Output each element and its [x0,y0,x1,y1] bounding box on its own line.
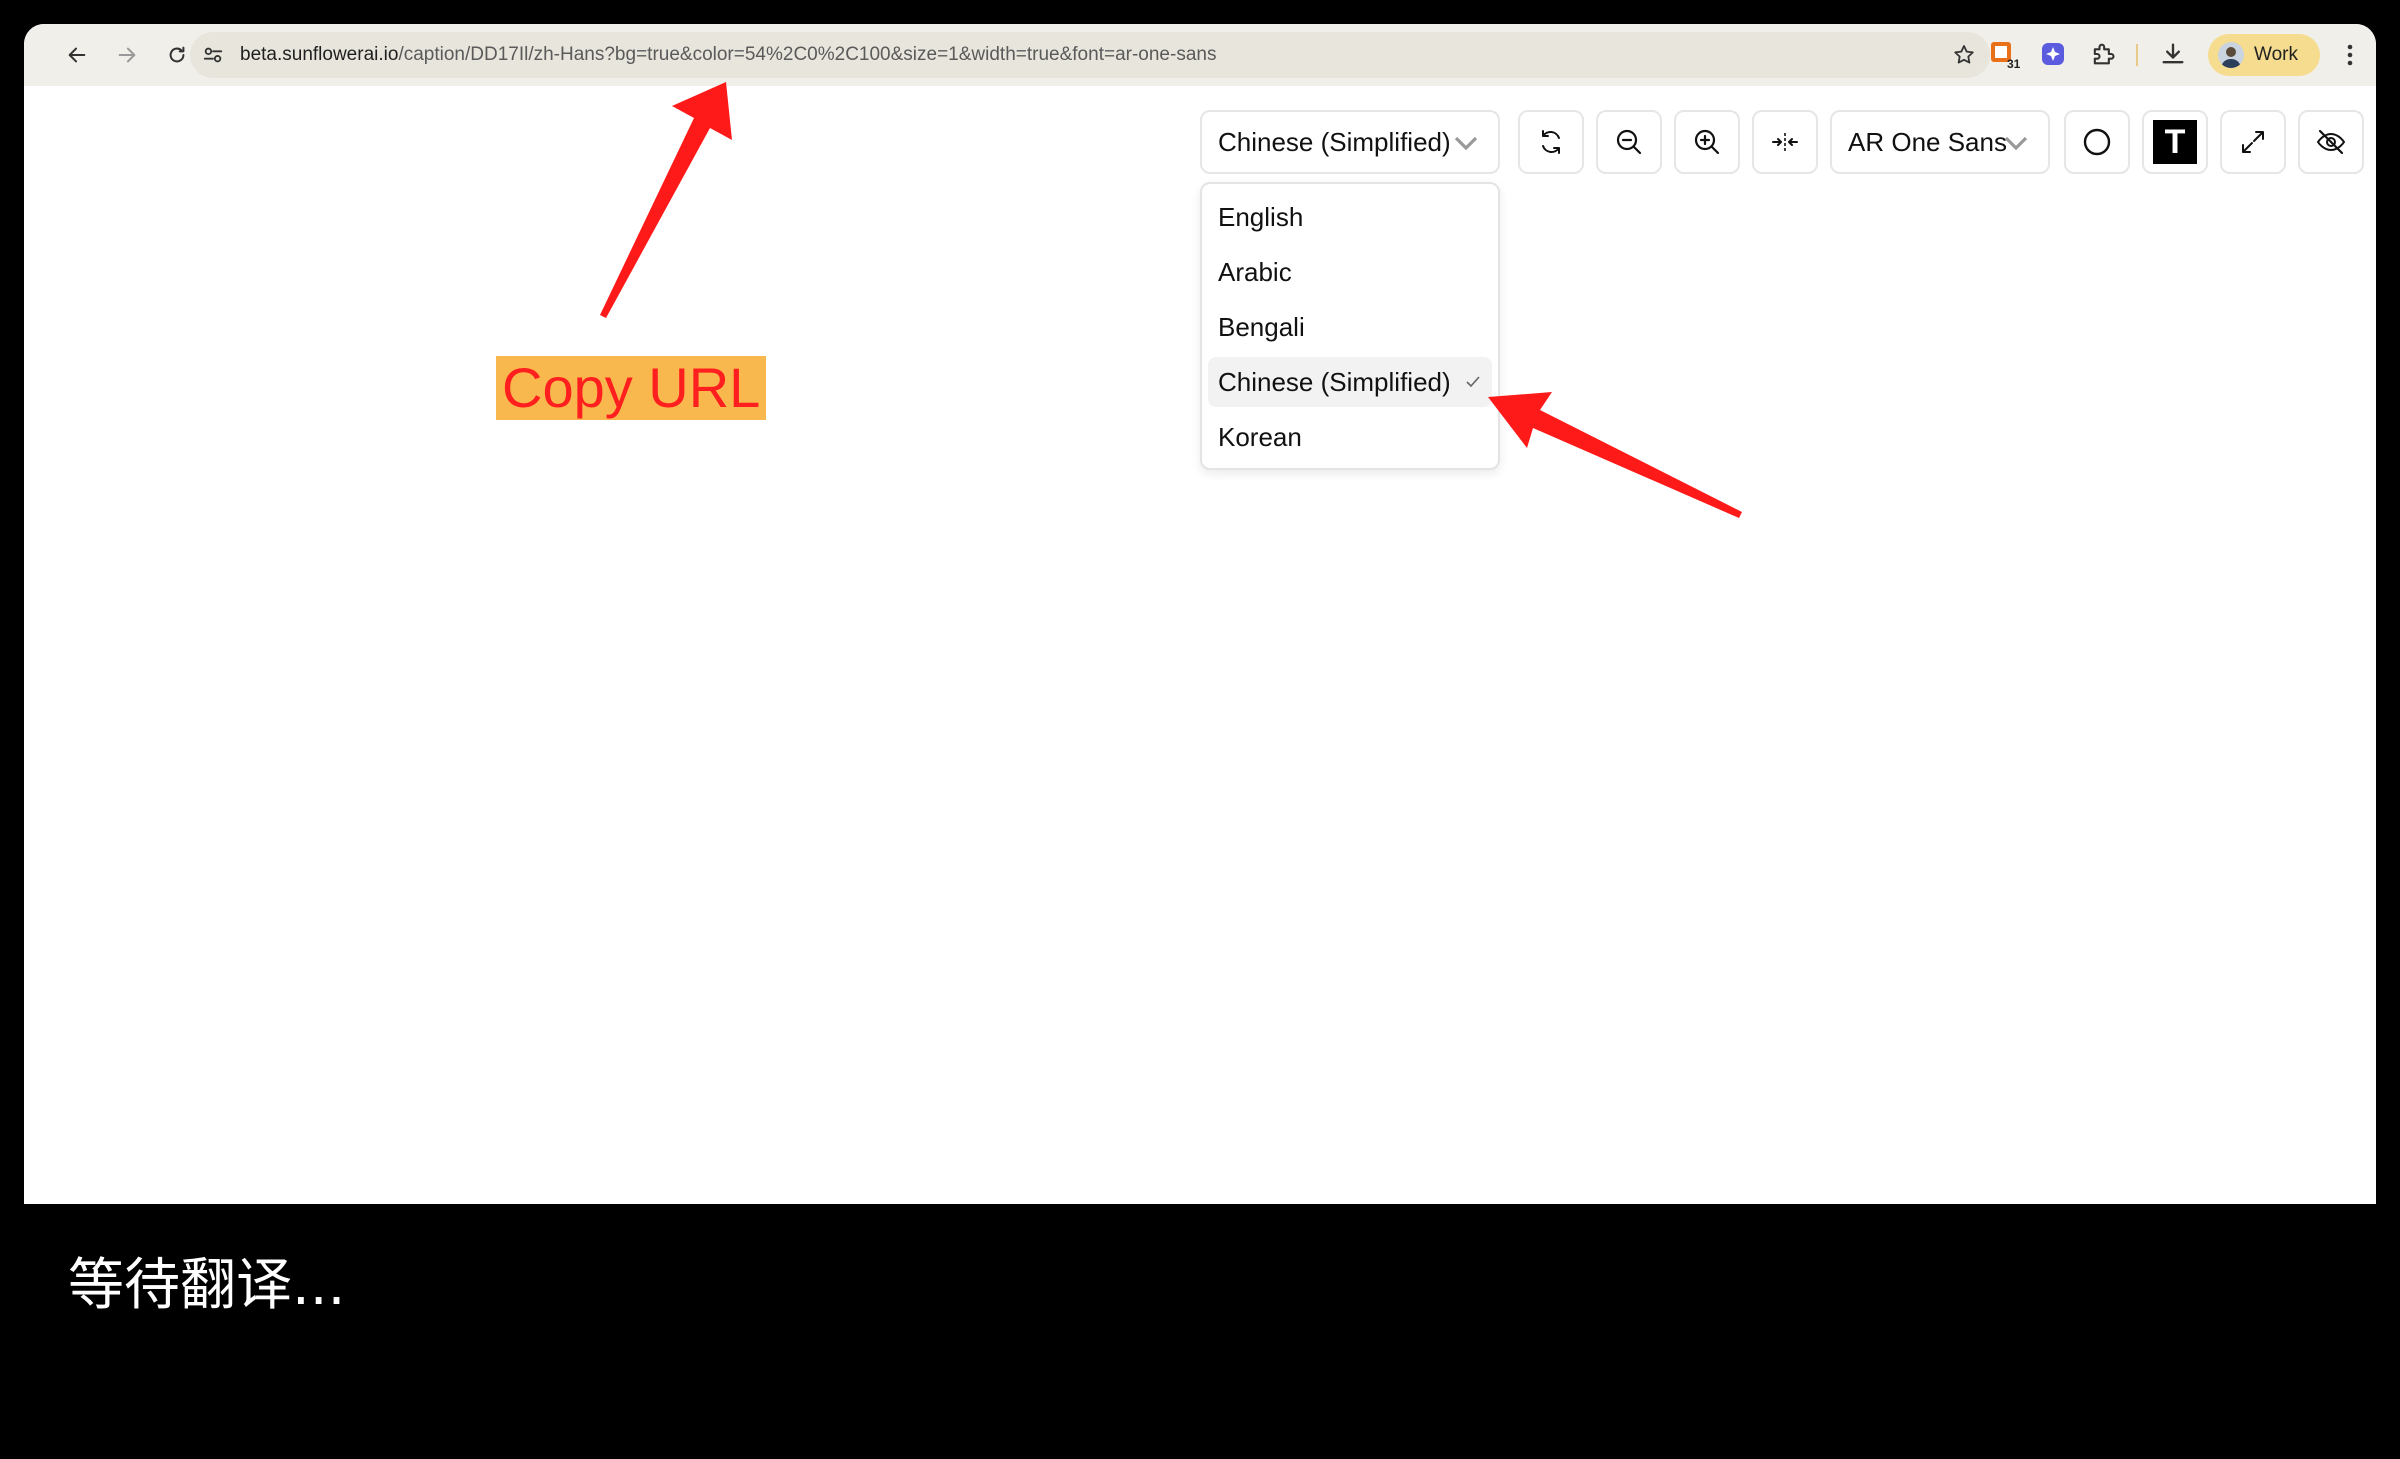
arrow-right-icon [118,47,136,63]
site-settings-icon[interactable] [202,44,224,66]
page-content: Chinese (Simplified) AR One Sans T Engli… [24,86,2376,1204]
hide-controls-button[interactable] [2298,110,2364,174]
language-option-arabic[interactable]: Arabic [1208,247,1492,297]
zoom-out-button[interactable] [1596,110,1662,174]
option-label: English [1218,202,1304,232]
zoom-in-button[interactable] [1674,110,1740,174]
refresh-button[interactable] [1518,110,1584,174]
fullscreen-button[interactable] [2220,110,2286,174]
option-label: Korean [1218,422,1302,452]
language-option-korean[interactable]: Korean [1208,412,1492,462]
back-button[interactable] [60,38,94,72]
zoom-in-icon [1694,129,1720,155]
eye-off-icon [2316,129,2346,155]
reload-button[interactable] [160,38,194,72]
zoom-out-icon [1616,129,1642,155]
circle-icon [2083,128,2111,156]
option-label: Chinese (Simplified) [1218,367,1451,397]
font-select[interactable]: AR One Sans [1830,110,2050,174]
option-label: Arabic [1218,257,1292,287]
download-icon [2162,43,2184,64]
check-icon [1466,376,1480,388]
expand-icon [2242,131,2264,153]
ai-extension-button[interactable] [2036,37,2070,71]
refresh-icon [1542,130,1560,154]
reload-icon [169,46,185,63]
more-menu-icon[interactable] [2340,38,2360,72]
caption-text: 等待翻译... [68,1253,346,1318]
puzzle-icon [2093,43,2115,65]
address-bar[interactable]: beta.sunflowerai.io/caption/DD17Il/zh-Ha… [190,32,1990,78]
calendar-extension-icon: 31 [1991,42,2020,71]
url-text[interactable]: beta.sunflowerai.io/caption/DD17Il/zh-Ha… [240,32,1216,78]
language-dropdown: English Arabic Bengali Chinese (Simplifi… [1200,182,1500,470]
profile-button[interactable]: Work [2208,34,2320,76]
option-label: Bengali [1218,312,1305,342]
bookmark-star-icon[interactable] [1952,43,1976,67]
font-select-value: AR One Sans [1848,126,2007,157]
forward-button[interactable] [110,38,144,72]
toolbar-divider [2136,44,2138,66]
url-host: beta.sunflowerai.io [240,44,399,65]
chevron-down-icon [2004,136,2028,151]
color-button[interactable] [2064,110,2130,174]
arrow-left-icon [68,47,86,63]
collapse-horizontal-icon [1772,133,1798,151]
downloads-button[interactable] [2156,37,2190,71]
browser-window: beta.sunflowerai.io/caption/DD17Il/zh-Ha… [24,24,2376,1204]
chevron-down-icon [1454,136,1478,151]
language-option-bengali[interactable]: Bengali [1208,302,1492,352]
language-option-chinese-simplified[interactable]: Chinese (Simplified) [1208,357,1492,407]
sparkle-extension-icon [2042,43,2064,65]
text-style-label: T [2153,120,2197,164]
caption-bar: 等待翻译... [24,1204,2376,1414]
text-style-button[interactable]: T [2142,110,2208,174]
url-path: /caption/DD17Il/zh-Hans?bg=true&color=54… [398,44,1217,65]
browser-toolbar: beta.sunflowerai.io/caption/DD17Il/zh-Ha… [24,24,2376,87]
calendar-extension-button[interactable]: 31 [1986,37,2020,71]
extension-badge: 31 [2007,57,2020,71]
profile-label: Work [2254,44,2298,65]
avatar [2218,42,2244,68]
narrow-width-button[interactable] [1752,110,1818,174]
copy-url-annotation: Copy URL [496,356,767,420]
language-select[interactable]: Chinese (Simplified) [1200,110,1500,174]
language-option-english[interactable]: English [1208,192,1492,242]
language-select-value: Chinese (Simplified) [1218,126,1451,157]
extensions-button[interactable] [2086,37,2120,71]
